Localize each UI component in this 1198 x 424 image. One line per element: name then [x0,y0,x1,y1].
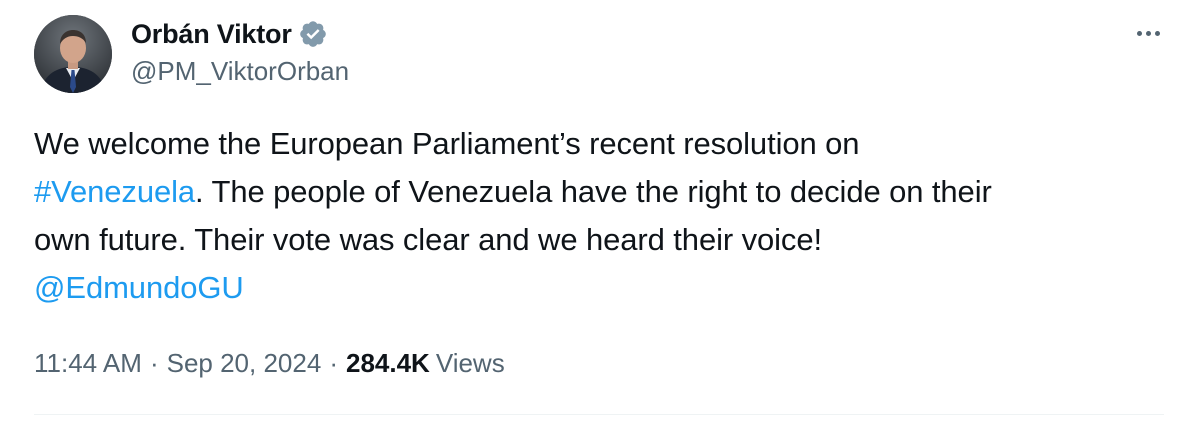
more-options-button[interactable] [1128,18,1168,48]
avatar[interactable] [34,15,112,93]
tweet-line-4: @EdmundoGU [34,264,1164,312]
tweet-line-1: We welcome the European Parliament’s rec… [34,126,860,161]
tweet-text: We welcome the European Parliament’s rec… [34,120,1164,312]
author-name-row[interactable]: Orbán Viktor [131,14,328,54]
author-display-name[interactable]: Orbán Viktor [131,19,292,50]
more-options-icon [1136,30,1160,36]
author-handle[interactable]: @PM_ViktorOrban [131,56,349,87]
tweet-date[interactable]: Sep 20, 2024 [167,348,322,379]
tweet-line-2-text: . The people of Venezuela have the right… [195,174,992,209]
meta-separator: · [329,347,338,378]
tweet-line-3: own future. Their vote was clear and we … [34,222,822,257]
hashtag-link[interactable]: #Venezuela [34,174,195,209]
mention-link[interactable]: @EdmundoGU [34,270,244,305]
tweet-time[interactable]: 11:44 AM [34,348,142,379]
meta-separator: · [149,347,159,378]
verified-badge-icon [299,21,326,47]
tweet-line-2: #Venezuela. The people of Venezuela have… [34,168,1164,216]
divider [34,414,1164,415]
tweet-meta: 11:44 AM · Sep 20, 2024 · 284.4K Views [34,343,505,383]
avatar-image [34,15,112,93]
tweet-card: Orbán Viktor @PM_ViktorOrban We welcome … [0,0,1198,424]
views-label: Views [435,347,505,378]
views-count: 284.4K [345,347,430,378]
